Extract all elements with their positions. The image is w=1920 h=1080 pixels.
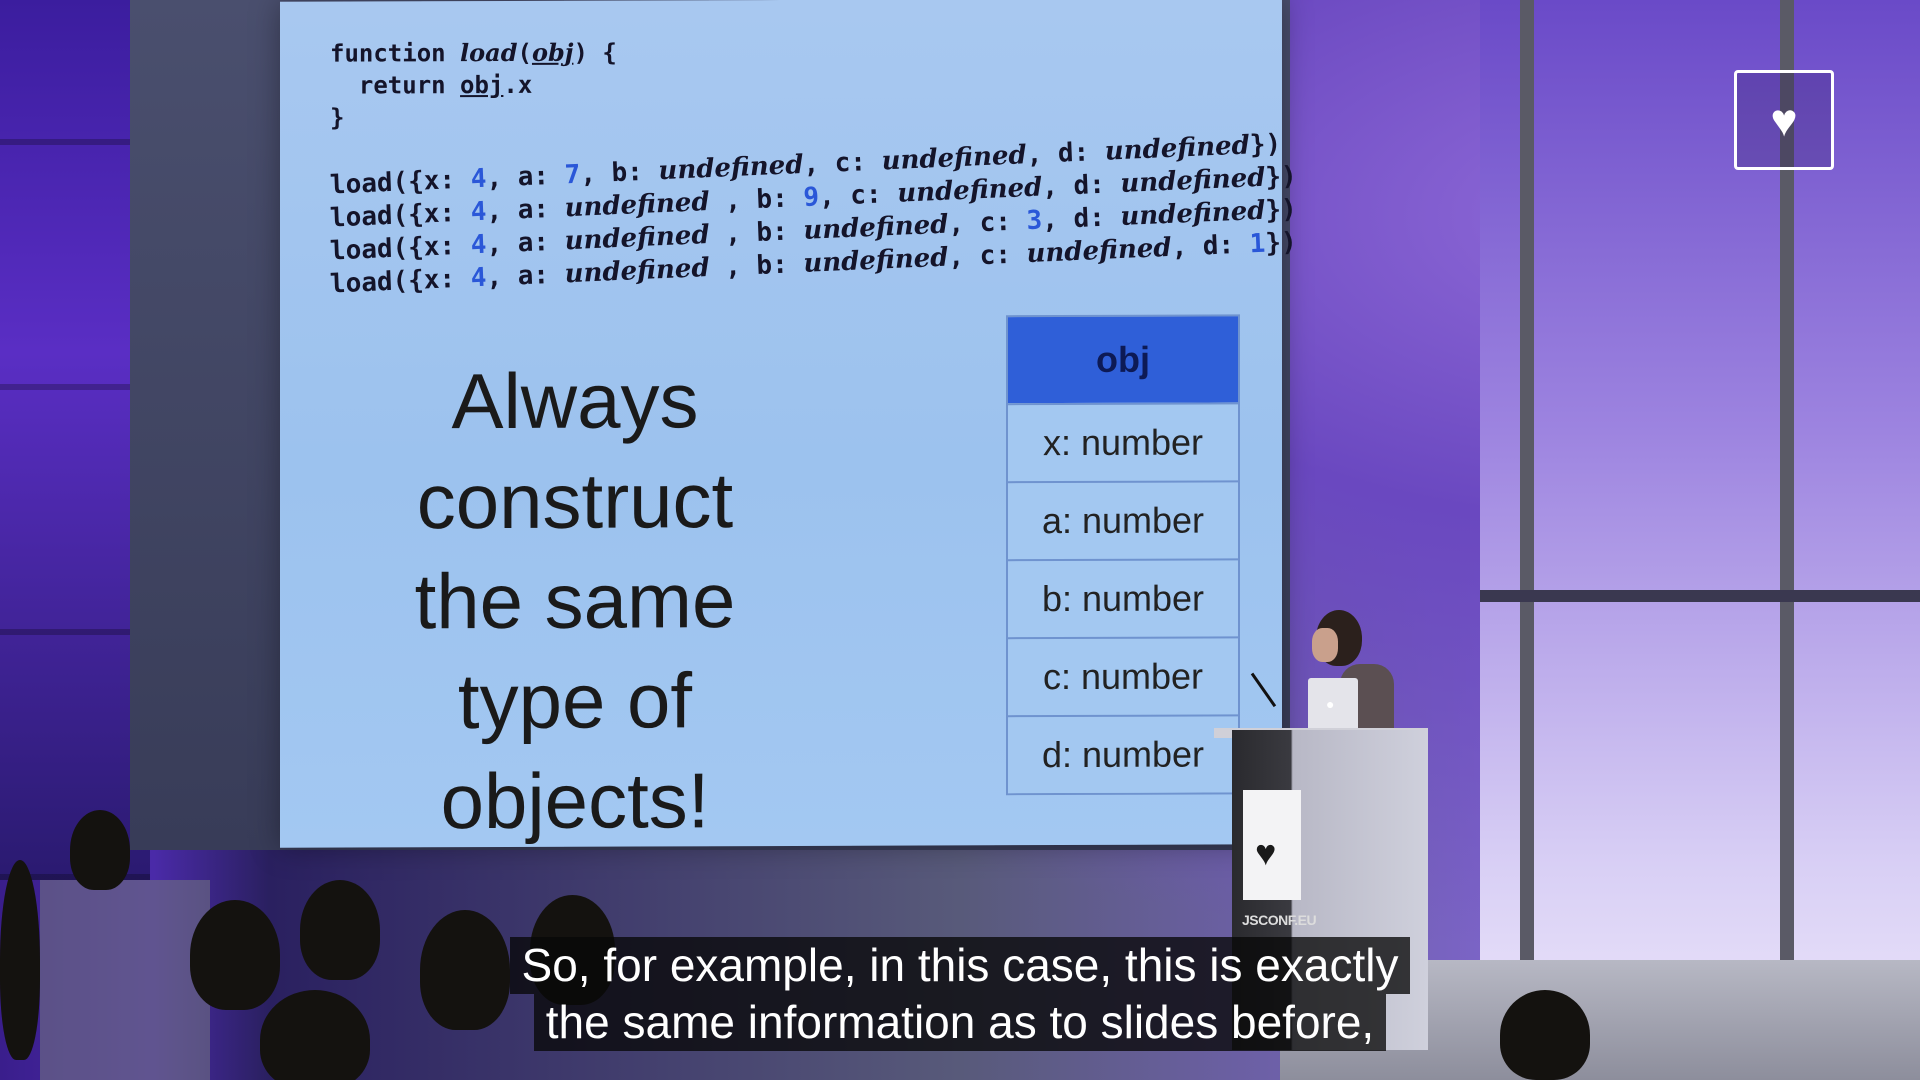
obj-shape-table: obj x: number a: number b: number c: num…: [1006, 314, 1240, 796]
code-text: , d:: [1025, 136, 1106, 171]
code-function-line: function load(obj) {: [330, 37, 617, 68]
heart-icon: ♥: [1770, 94, 1798, 146]
code-text: , b:: [579, 156, 660, 190]
code-text: , d:: [1041, 202, 1122, 236]
code-text: , b:: [708, 182, 805, 217]
apple-logo-icon: ●: [1326, 696, 1335, 712]
headline-line: Always construct: [416, 356, 734, 546]
code-text: , d:: [1170, 229, 1251, 263]
code-number: 1: [1249, 228, 1266, 260]
code-text: load({x:: [329, 164, 472, 201]
code-text: , c:: [947, 239, 1028, 273]
code-number: 4: [470, 262, 488, 294]
code-block: function load(obj) { return obj.x } load…: [329, 34, 1298, 301]
obj-table-row: d: number: [1008, 714, 1238, 794]
code-undefined: undefined: [896, 172, 1043, 209]
code-undefined: undefined: [564, 253, 711, 290]
code-number: 4: [470, 229, 488, 261]
like-button[interactable]: ♥: [1734, 70, 1834, 170]
presentation-slide: function load(obj) { return obj.x } load…: [280, 0, 1297, 848]
code-undefined: undefined: [802, 242, 949, 279]
code-number: 4: [470, 196, 488, 228]
code-text: }): [1249, 129, 1282, 161]
obj-table-row: c: number: [1008, 636, 1238, 716]
code-undefined: undefined: [1025, 232, 1173, 270]
code-undefined: undefined: [1119, 162, 1266, 200]
code-undefined: undefined: [881, 140, 1028, 177]
speaker-face: [1312, 628, 1338, 662]
code-undefined: undefined: [564, 187, 711, 224]
code-number: 3: [1025, 205, 1043, 237]
code-text: load({x:: [329, 230, 472, 267]
laptop: ●: [1308, 678, 1358, 732]
code-text: , a:: [485, 160, 566, 194]
code-text: }): [1264, 194, 1298, 226]
obj-table-header: obj: [1008, 316, 1238, 404]
code-number: 7: [564, 159, 581, 191]
code-text: }): [1264, 227, 1298, 259]
headline-line: the same type of: [414, 556, 736, 746]
code-text: , a:: [485, 193, 566, 227]
code-text: , c:: [947, 206, 1028, 240]
code-close-line: }: [330, 103, 345, 132]
code-calls: load({x: 4, a: 7, b: undefined, c: undef…: [329, 129, 1298, 301]
code-undefined: undefined: [564, 220, 711, 257]
code-text: }): [1264, 161, 1298, 193]
code-text: , a:: [485, 226, 566, 260]
code-text: , c:: [802, 146, 883, 180]
video-frame: function load(obj) { return obj.x } load…: [0, 0, 1920, 1080]
code-number: 9: [802, 182, 820, 213]
code-undefined: undefined: [657, 149, 805, 187]
caption-line-1: So, for example, in this case, this is e…: [509, 937, 1411, 994]
code-undefined: undefined: [802, 209, 949, 246]
code-return-line: return obj.x: [330, 70, 533, 100]
slide-headline: Always construct the same type of object…: [340, 350, 810, 852]
code-text: , c:: [818, 178, 898, 213]
code-text: load({x:: [329, 263, 472, 300]
code-text: , b:: [708, 215, 805, 250]
code-undefined: undefined: [1119, 195, 1266, 233]
subtitle-caption: So, for example, in this case, this is e…: [0, 937, 1920, 1051]
obj-table-row: b: number: [1008, 558, 1238, 638]
code-text: , b:: [708, 248, 805, 283]
obj-table-row: a: number: [1008, 480, 1238, 560]
code-number: 4: [470, 163, 488, 195]
audience-head: [70, 810, 130, 890]
code-text: load({x:: [329, 197, 472, 234]
caption-line-2: the same information as to slides before…: [533, 994, 1387, 1051]
code-undefined: undefined: [1104, 130, 1251, 167]
code-text: , d:: [1041, 169, 1122, 203]
stage-left-wall: [0, 0, 150, 880]
obj-table-row: x: number: [1008, 402, 1238, 482]
code-text: , a:: [485, 259, 566, 293]
